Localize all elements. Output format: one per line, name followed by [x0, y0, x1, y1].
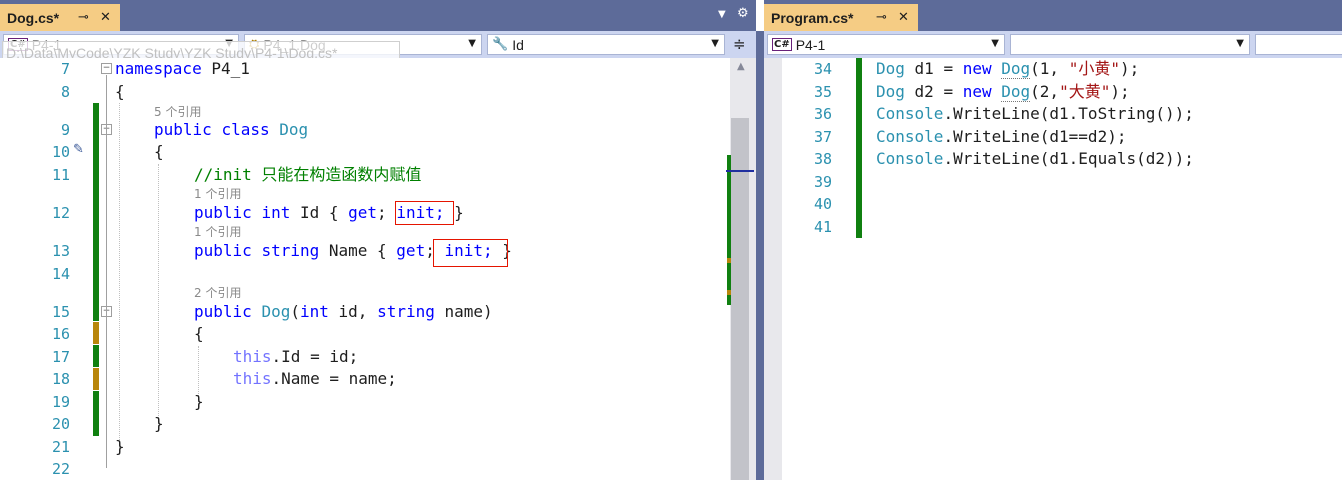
pin-icon[interactable]: ⊸ — [876, 10, 887, 25]
member-label: Id — [512, 36, 524, 53]
line-number: 14 — [51, 265, 70, 283]
editor-left-margin — [764, 58, 782, 480]
codelens-references[interactable]: 2 个引用 — [194, 285, 241, 301]
close-icon[interactable]: ✕ — [100, 10, 111, 25]
code-line: Dog d2 = new Dog(2,"大黄"); — [876, 82, 1130, 102]
pin-icon[interactable]: ⊸ — [78, 10, 89, 25]
line-number: 21 — [51, 438, 70, 456]
line-number: 37 — [813, 128, 832, 146]
line-number: 9 — [60, 121, 70, 139]
line-number: 15 — [51, 303, 70, 321]
class-dropdown[interactable]: ▼ — [1010, 34, 1250, 55]
chevron-down-icon: ▼ — [711, 38, 719, 49]
line-number: 39 — [813, 173, 832, 191]
line-number: 19 — [51, 393, 70, 411]
project-label: P4-1 — [795, 36, 826, 53]
indent-guide — [119, 103, 120, 448]
quick-actions-icon[interactable]: ✎ — [73, 142, 84, 157]
code-line: Console.WriteLine(d1==d2); — [876, 127, 1127, 146]
line-number: 17 — [51, 348, 70, 366]
line-number: 38 — [813, 150, 832, 168]
line-number: 22 — [51, 460, 70, 478]
right-tab-strip: Program.cs* ⊸ ✕ — [764, 0, 1342, 31]
line-number: 20 — [51, 415, 70, 433]
line-number: 12 — [51, 204, 70, 222]
tab-title: Program.cs* — [771, 9, 854, 26]
code-line: namespace P4_1 — [115, 59, 250, 78]
change-indicator-unsaved — [93, 368, 99, 390]
tab-program-cs[interactable]: Program.cs* ⊸ ✕ — [764, 4, 918, 31]
codelens-references[interactable]: 5 个引用 — [154, 104, 201, 120]
line-number: 36 — [813, 105, 832, 123]
code-line: Dog d1 = new Dog(1, "小黄"); — [876, 59, 1140, 79]
code-line: Console.WriteLine(d1.ToString()); — [876, 104, 1194, 123]
codelens-references[interactable]: 1 个引用 — [194, 224, 241, 240]
chevron-down-icon: ▼ — [1236, 38, 1244, 49]
code-line: } — [115, 437, 125, 456]
code-line: } — [154, 414, 164, 433]
tab-title: Dog.cs* — [7, 9, 60, 26]
scroll-marker-saved — [727, 155, 731, 305]
chevron-down-icon: ▼ — [991, 38, 999, 49]
gear-icon[interactable]: ⚙ — [737, 6, 749, 21]
indent-guide — [158, 164, 159, 426]
line-number: 40 — [813, 195, 832, 213]
code-line: public Dog(int id, string name) — [194, 302, 493, 321]
code-line: this.Id = id; — [233, 347, 359, 366]
line-number: 11 — [51, 166, 70, 184]
scroll-up-arrow-icon[interactable]: ▲ — [737, 61, 745, 72]
init-highlight-box — [433, 239, 508, 267]
line-number: 18 — [51, 370, 70, 388]
change-indicator-saved — [93, 391, 99, 436]
right-editor[interactable]: 34 35 36 37 38 39 40 41 Dog d1 = new Dog… — [764, 58, 1342, 480]
csharp-project-icon: C# — [772, 38, 792, 51]
change-indicator-saved — [93, 345, 99, 367]
project-dropdown[interactable]: C# P4-1 ▼ — [767, 34, 1005, 55]
change-indicator-saved — [856, 58, 862, 238]
line-number: 7 — [60, 60, 70, 78]
collapse-toggle[interactable]: − — [101, 63, 112, 74]
init-highlight-box — [395, 201, 454, 225]
left-tab-strip: Dog.cs* ⊸ ✕ ▼ ⚙ — [0, 0, 756, 31]
vertical-scrollbar[interactable]: ▲ — [726, 58, 756, 480]
code-line: Console.WriteLine(d1.Equals(d2)); — [876, 149, 1194, 168]
member-dropdown[interactable] — [1255, 34, 1342, 55]
code-line: } — [194, 392, 204, 411]
outline-line — [106, 75, 107, 468]
right-navigation-bar: C# P4-1 ▼ ▼ — [764, 31, 1342, 58]
change-indicator-saved — [93, 103, 99, 321]
code-line: { — [115, 82, 125, 101]
codelens-references[interactable]: 1 个引用 — [194, 186, 241, 202]
left-editor[interactable]: 7 8 9 10 ✎ 11 12 13 14 15 16 17 18 19 20… — [0, 58, 730, 480]
tab-dropdown-icon[interactable]: ▼ — [718, 9, 726, 20]
tab-dog-cs[interactable]: Dog.cs* ⊸ ✕ — [0, 4, 120, 31]
scroll-marker-unsaved — [727, 290, 731, 295]
line-number: 34 — [813, 60, 832, 78]
code-comment: //init 只能在构造函数内赋值 — [194, 165, 422, 184]
change-indicator-unsaved — [93, 322, 99, 344]
code-line: { — [154, 142, 164, 161]
caret-position-marker — [726, 170, 754, 172]
scroll-marker-unsaved — [727, 258, 731, 263]
wrench-icon: 🔧 — [492, 37, 509, 52]
code-line: public class Dog — [154, 120, 309, 139]
member-dropdown[interactable]: 🔧 Id ▼ — [487, 34, 725, 55]
line-number: 41 — [813, 218, 832, 236]
close-icon[interactable]: ✕ — [898, 10, 909, 25]
line-number: 35 — [813, 83, 832, 101]
line-number: 8 — [60, 83, 70, 101]
split-window-icon[interactable]: ≑ — [733, 35, 746, 53]
chevron-down-icon: ▼ — [468, 38, 476, 49]
line-number: 13 — [51, 242, 70, 260]
line-number: 16 — [51, 325, 70, 343]
code-line: this.Name = name; — [233, 369, 397, 388]
line-number: 10 — [51, 143, 70, 161]
scrollbar-thumb[interactable] — [731, 118, 749, 480]
code-line: { — [194, 324, 204, 343]
pane-splitter[interactable] — [756, 31, 764, 480]
